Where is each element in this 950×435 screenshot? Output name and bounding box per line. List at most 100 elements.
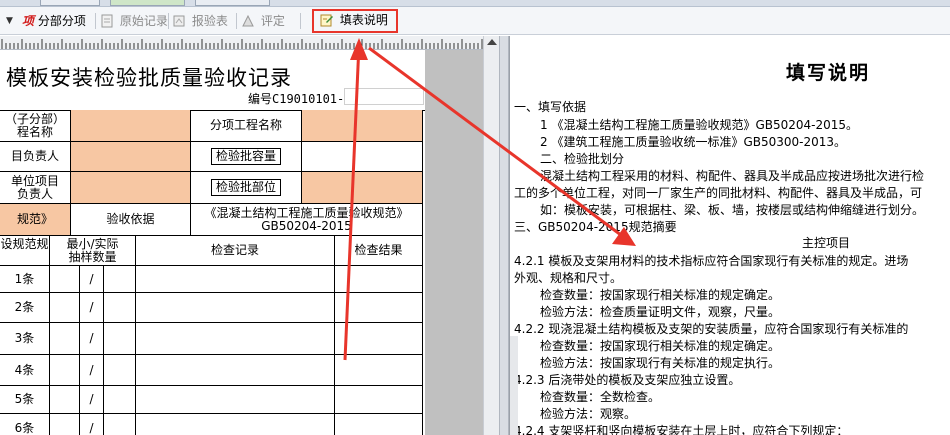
actual-sample-cell[interactable]: [104, 323, 136, 355]
basis-line: 2 《建筑工程施工质量验收统一标准》GB50300-2013。: [540, 135, 847, 149]
scroll-up-icon[interactable]: [487, 39, 497, 45]
item-button[interactable]: 项 分部分项: [22, 12, 86, 30]
check-result-cell[interactable]: [335, 293, 423, 323]
check-record-cell[interactable]: [136, 293, 335, 323]
acceptance-basis-label: 验收依据: [71, 204, 191, 236]
check-result-header: 检查结果: [335, 236, 423, 266]
clause-text: 4.2.3 后浇带处的模板及支架应独立设置。: [514, 373, 741, 387]
evaluate-button[interactable]: 评定: [241, 12, 285, 30]
check-record-cell[interactable]: [136, 323, 335, 355]
subdivision-name-field[interactable]: [71, 110, 191, 142]
serial-label: 编号C19010101-: [248, 92, 345, 106]
check-text: 检验方法：观察。: [540, 407, 637, 421]
check-record-cell[interactable]: [136, 266, 335, 293]
right-scroll-track[interactable]: [510, 336, 518, 435]
slash-cell: /: [80, 293, 104, 323]
tab-stub[interactable]: [110, 0, 185, 6]
item-project-name-field[interactable]: [302, 110, 423, 142]
basis-line: 1 《混凝土结构工程施工质量验收规范》GB50204-2015。: [540, 118, 859, 132]
report-button-label: 报验表: [191, 14, 228, 28]
min-sample-cell[interactable]: [50, 355, 80, 386]
spec-label: 规范》: [0, 204, 71, 236]
slash-cell: /: [80, 414, 104, 435]
guide-highlight-box: [312, 9, 398, 33]
left-vertical-scrollbar[interactable]: [483, 36, 499, 435]
actual-sample-cell[interactable]: [104, 386, 136, 414]
batch-capacity-cell: 检验批容量: [191, 142, 302, 172]
check-text: 检验方法：按国家现行有关标准的规定执行。: [540, 356, 781, 370]
item-clause: 3条: [0, 323, 50, 355]
subdivision-name-label: （子分部） 程名称: [0, 110, 71, 142]
min-sample-cell[interactable]: [50, 414, 80, 435]
section-heading: 三、GB50204-2015规范摘要: [514, 220, 677, 234]
slash-cell: /: [80, 386, 104, 414]
page-margin-area: [425, 50, 483, 435]
project-manager-field[interactable]: [71, 142, 191, 172]
clause-text: 4.2.1 模板及支架用材料的技术指标应符合国家现行有关标准的规定。进场: [514, 254, 909, 268]
evaluate-icon: [242, 14, 254, 27]
check-record-cell[interactable]: [136, 386, 335, 414]
batch-location-field[interactable]: [302, 172, 423, 204]
item-clause: 6条: [0, 414, 50, 435]
horizontal-ruler: [0, 36, 483, 50]
batch-capacity-field[interactable]: [302, 142, 423, 172]
record-button[interactable]: 原始记录: [100, 12, 168, 30]
acceptance-basis-value: 《混凝土结构工程施工质量验收规范》GB50204-2015: [191, 204, 423, 236]
toolbar: ▼ 项 分部分项 原始记录 报验表 评定 填表说明: [0, 7, 950, 35]
report-button[interactable]: 报验表: [172, 12, 228, 30]
form-title: 模板安装检验批质量验收记录: [6, 66, 292, 90]
check-text: 检查数量：按国家现行相关标准的规定确定。: [540, 288, 781, 302]
division-text: 混凝土结构工程采用的材料、构配件、器具及半成品应按进场批次进行检: [540, 169, 925, 183]
batch-capacity-label: 检验批容量: [210, 148, 281, 165]
main-items-heading: 主控项目: [802, 236, 851, 250]
actual-sample-cell[interactable]: [104, 414, 136, 435]
item-button-label: 分部分项: [37, 14, 86, 28]
check-result-cell[interactable]: [335, 414, 423, 435]
unit-manager-field[interactable]: [71, 172, 191, 204]
top-tab-strip: [0, 0, 950, 7]
spec-clause-header: 设规范规: [0, 236, 50, 266]
clause-text: 4.2.2 现浇混凝土结构模板及支架的安装质量，应符合国家现行有关标准的: [514, 322, 909, 336]
form-document: 模板安装检验批质量验收记录 编号C19010101- （子分部） 程名称 分项工…: [0, 50, 425, 435]
check-record-cell[interactable]: [136, 414, 335, 435]
batch-location-label: 检验批部位: [210, 179, 281, 196]
check-record-cell[interactable]: [136, 355, 335, 386]
min-sample-cell[interactable]: [50, 386, 80, 414]
min-sample-cell[interactable]: [50, 323, 80, 355]
check-result-cell[interactable]: [335, 386, 423, 414]
item-clause: 2条: [0, 293, 50, 323]
record-icon: [101, 14, 113, 28]
section-heading: 一、填写依据: [514, 100, 587, 114]
report-icon: [173, 15, 185, 27]
tab-stub[interactable]: [195, 0, 270, 6]
check-record-header: 检查记录: [136, 236, 335, 266]
item-clause: 1条: [0, 266, 50, 293]
sample-count-header: 最小/实际 抽样数量: [50, 236, 136, 266]
item-icon: 项: [22, 14, 35, 28]
check-result-cell[interactable]: [335, 266, 423, 293]
division-text: 如：模板安装，可根据柱、梁、板、墙，按楼层或结构伸缩缝进行划分。: [540, 203, 925, 217]
tab-stub[interactable]: [40, 0, 100, 6]
section-heading: 二、检验批划分: [540, 152, 625, 166]
slash-cell: /: [80, 355, 104, 386]
check-result-cell[interactable]: [335, 323, 423, 355]
min-sample-cell[interactable]: [50, 266, 80, 293]
check-result-cell[interactable]: [335, 355, 423, 386]
actual-sample-cell[interactable]: [104, 293, 136, 323]
clause-text: 外观、规格和尺寸。: [514, 271, 623, 285]
division-text: 工的多个单位工程，对同一厂家生产的同批材料、构配件、器具及半成品，可: [514, 186, 923, 200]
instructions-title: 填写说明: [786, 62, 871, 84]
evaluate-button-label: 评定: [260, 14, 285, 28]
instructions-document: 填写说明 一、填写依据 1 《混凝土结构工程施工质量验收规范》GB50204-20…: [509, 36, 950, 435]
item-project-name-label: 分项工程名称: [191, 110, 302, 142]
project-manager-label: 目负责人: [0, 142, 71, 172]
unit-manager-label: 单位项目 负责人: [0, 172, 71, 204]
dropdown-arrow-icon[interactable]: ▼: [6, 12, 13, 30]
actual-sample-cell[interactable]: [104, 266, 136, 293]
pane-splitter[interactable]: [499, 36, 509, 435]
clause-text: 4.2.4 支架竖杆和竖向模板安装在土层上时，应符合下列规定：: [514, 424, 849, 435]
min-sample-cell[interactable]: [50, 293, 80, 323]
serial-input[interactable]: [344, 88, 424, 105]
actual-sample-cell[interactable]: [104, 355, 136, 386]
check-text: 检查数量：按国家现行相关标准的规定确定。: [540, 339, 781, 353]
